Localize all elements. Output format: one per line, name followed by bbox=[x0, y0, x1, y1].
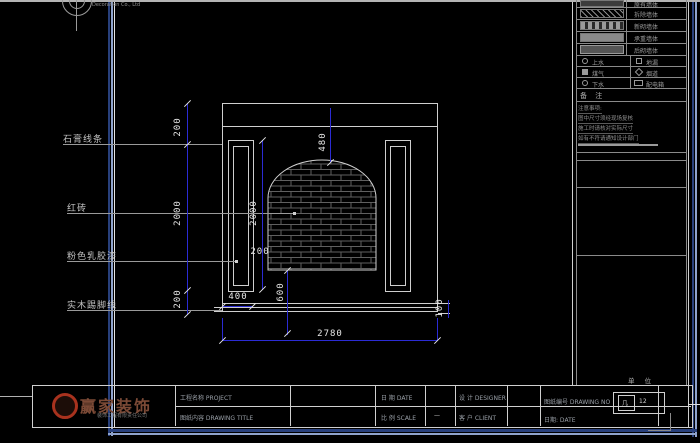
frame-left-white bbox=[114, 2, 115, 428]
dim-wall-2000: 2000 bbox=[173, 196, 183, 230]
symbol-label-floor-drain: 地漏 bbox=[646, 58, 658, 67]
dim-panel-400: 400 bbox=[224, 292, 252, 302]
walltype-label-1: 拆除墙体 bbox=[634, 10, 658, 19]
symbol-label-gas: 煤气 bbox=[592, 69, 604, 78]
gas-icon bbox=[582, 69, 588, 75]
right-edge-tick bbox=[688, 404, 700, 405]
date-label: 日 期 DATE bbox=[381, 393, 412, 402]
leader-skirting bbox=[67, 310, 222, 311]
walltype-swatch-crosshatch bbox=[580, 9, 624, 18]
dim-arch-480: 480 bbox=[318, 127, 328, 157]
dim-line-left-chain bbox=[187, 103, 188, 315]
leader-pink-latex bbox=[67, 261, 237, 262]
crop-mark-vertical bbox=[670, 413, 671, 431]
walltype-swatch-dashed bbox=[580, 21, 624, 30]
remarks-title: 备 注 bbox=[580, 91, 605, 101]
legend-table-left bbox=[576, 0, 577, 385]
date2-label: 日期: DATE bbox=[544, 415, 576, 424]
frame-bottom-steel bbox=[108, 433, 697, 435]
dim-base-200: 200 bbox=[173, 284, 183, 314]
drawing-no-label: 图纸编号 DRAWING NO bbox=[544, 397, 610, 406]
leader-gypsum bbox=[63, 144, 222, 145]
wall-right-line bbox=[437, 103, 438, 312]
left-panel-inner bbox=[233, 146, 249, 286]
dim-line-total bbox=[222, 340, 438, 341]
frame-right-white bbox=[688, 2, 689, 428]
dim-line-panel-height bbox=[262, 140, 263, 290]
walltype-swatch-solid-dark bbox=[580, 0, 624, 7]
ext-line-total-left bbox=[222, 318, 223, 340]
flue-icon bbox=[635, 68, 643, 76]
sheet-number-glyph: 几 bbox=[622, 398, 628, 407]
walltype-label-4: 后砌墙体 bbox=[634, 46, 658, 55]
walltype-swatch-textured bbox=[580, 45, 624, 54]
walltype-label-2: 新砌墙体 bbox=[634, 22, 658, 31]
company-name-en: Decoration Co., Ltd bbox=[92, 2, 140, 8]
symbol-label-drain: 下水 bbox=[592, 80, 604, 89]
note-underline-bar bbox=[578, 144, 658, 146]
scale-label: 比 例 SCALE bbox=[381, 413, 416, 422]
legend-table-right bbox=[686, 0, 687, 385]
drawing-title-label: 图纸内容 DRAWING TITLE bbox=[180, 413, 253, 422]
viewport-edge-mark bbox=[0, 396, 32, 397]
dim-line-panel-width bbox=[222, 306, 253, 307]
dim-panel-2000: 2000 bbox=[249, 196, 259, 230]
dim-line-arch-top bbox=[330, 108, 331, 162]
note-line-3: 如有不符请通知设计部门 bbox=[578, 134, 639, 144]
crop-mark-horizontal bbox=[648, 430, 671, 431]
company-logo-icon bbox=[52, 393, 78, 419]
dim-total-2780: 2780 bbox=[310, 329, 350, 339]
legend-col-left-border bbox=[572, 2, 573, 385]
distribution-box-icon bbox=[634, 80, 643, 86]
frame-right-steel bbox=[695, 2, 697, 437]
sheet-number-value: 12 bbox=[639, 398, 647, 405]
dim-crown-200: 200 bbox=[173, 112, 183, 142]
walltype-swatch-solid-gray bbox=[580, 33, 624, 42]
dim-hearth-600: 600 bbox=[276, 277, 286, 307]
walltype-label-0: 原有墙体 bbox=[634, 0, 658, 9]
leader-redbrick-dot bbox=[293, 212, 296, 215]
note-line-0: 注意事项: bbox=[578, 104, 602, 114]
water-supply-icon bbox=[582, 58, 588, 64]
frame-right-navy bbox=[692, 2, 694, 437]
designer-label: 设 计 DESIGNER bbox=[459, 393, 506, 402]
client-label: 客 户 CLIENT bbox=[459, 413, 496, 422]
note-line-2: 施工时请核对实际尺寸 bbox=[578, 124, 633, 134]
floor-drain-icon bbox=[636, 58, 642, 64]
cad-drawing-canvas[interactable]: Decoration Co., Ltd 石膏线条 红砖 粉色乳胶漆 实木踢脚线 … bbox=[0, 0, 700, 443]
frame-left-navy bbox=[108, 2, 110, 436]
scale-value: — bbox=[434, 412, 440, 419]
legend-table-mid bbox=[626, 0, 627, 55]
baseboard-line-3 bbox=[214, 311, 438, 312]
note-line-1: 图中尺寸须经现场复核 bbox=[578, 114, 633, 124]
ext-line-total-right bbox=[437, 318, 438, 340]
frame-bottom-navy bbox=[108, 429, 697, 432]
right-panel-inner bbox=[390, 146, 406, 286]
symbol-label-distribution-box: 配电箱 bbox=[646, 80, 664, 89]
project-label: 工程名称 PROJECT bbox=[180, 393, 232, 402]
wall-top-line bbox=[222, 103, 438, 104]
company-subtitle: 装饰工程有限责任公司 bbox=[97, 412, 147, 419]
drain-icon bbox=[582, 80, 588, 86]
symbol-label-water-supply: 上水 bbox=[592, 58, 604, 67]
dim-line-base-right bbox=[448, 300, 449, 318]
symbol-label-flue: 烟道 bbox=[646, 69, 658, 78]
brick-arch bbox=[266, 158, 378, 272]
baseboard-line-2 bbox=[214, 307, 438, 308]
dim-gap-200: 200 bbox=[248, 247, 272, 257]
frame-left-steel bbox=[111, 2, 113, 436]
leader-pink-latex-dot bbox=[235, 260, 238, 263]
dim-line-hearth bbox=[287, 270, 288, 335]
walltype-label-3: 承重墙体 bbox=[634, 34, 658, 43]
wall-left-line bbox=[222, 103, 223, 312]
compass-logo-axis bbox=[76, 0, 77, 31]
unit-label: 单 位 bbox=[628, 375, 655, 385]
